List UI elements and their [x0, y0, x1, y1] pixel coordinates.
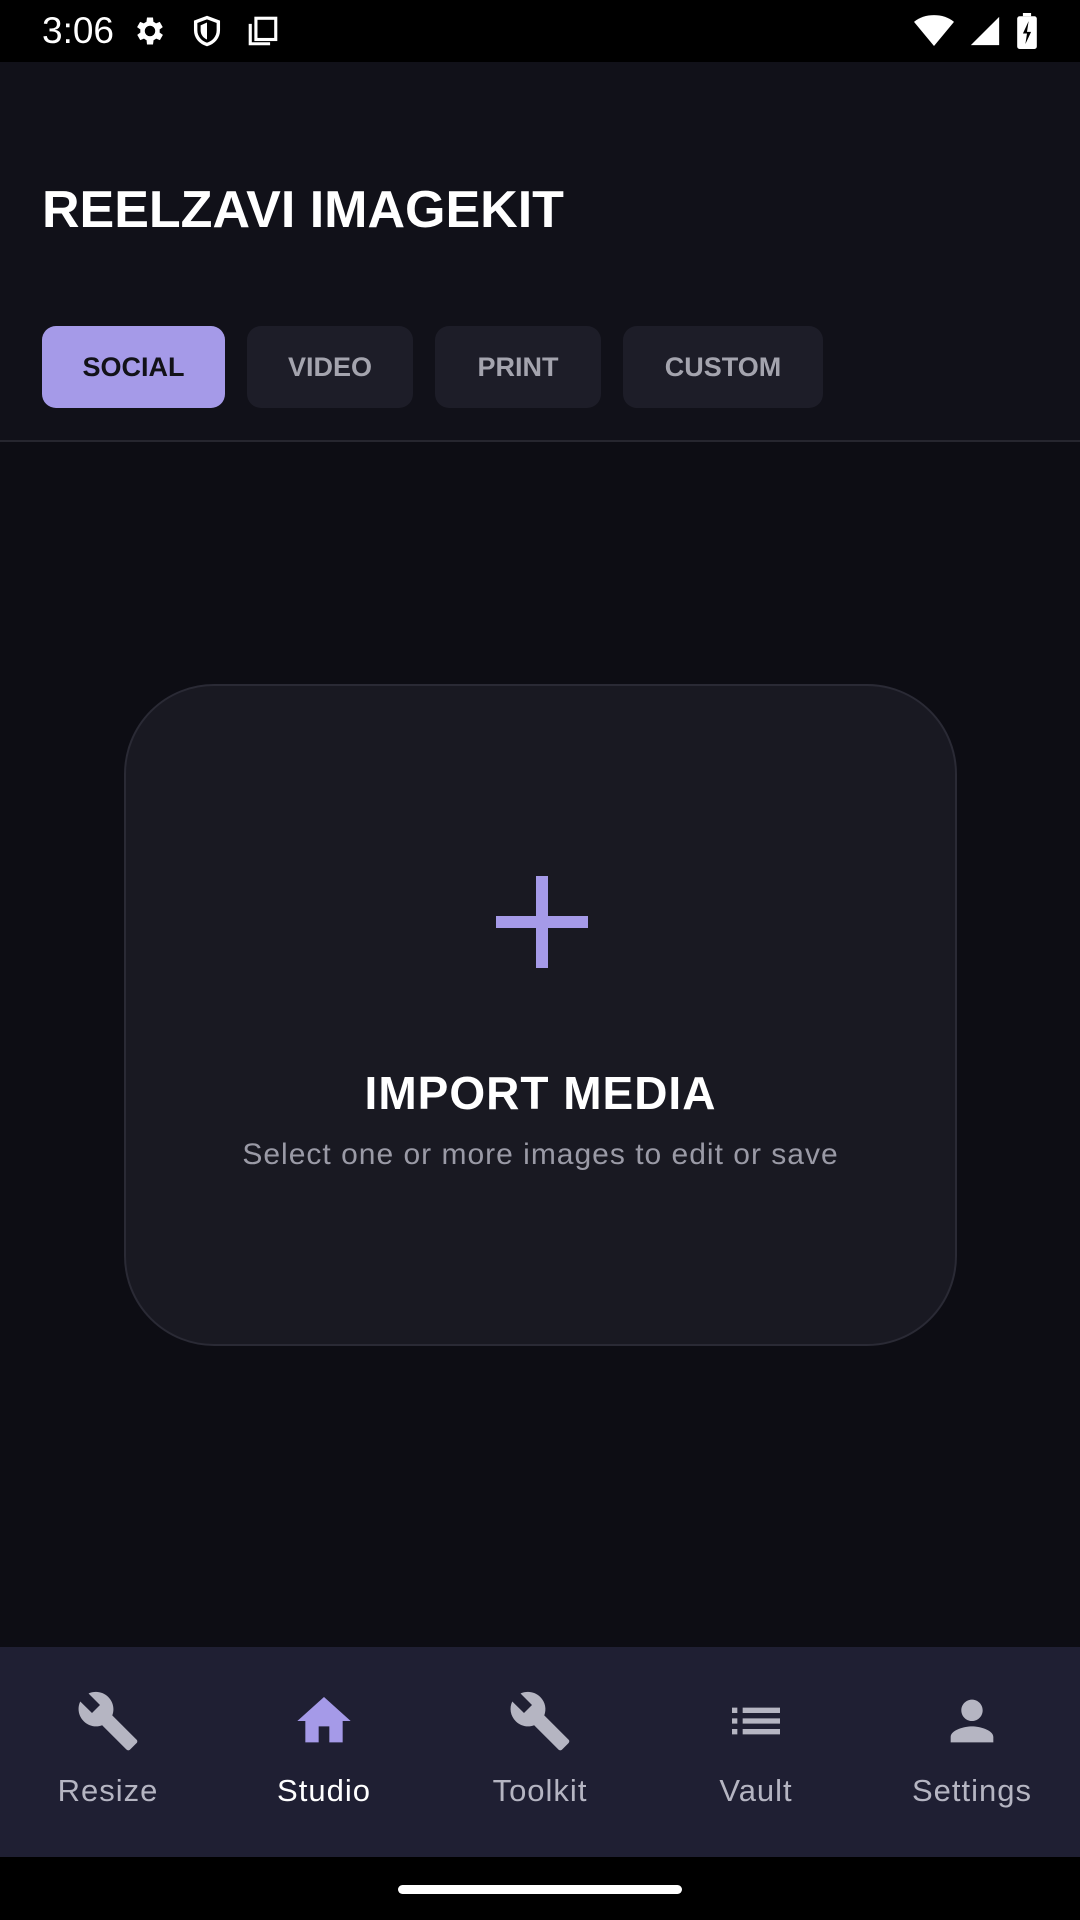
nav-label-toolkit: Toolkit [492, 1773, 588, 1808]
wrench-icon [76, 1689, 140, 1753]
import-media-title: IMPORT MEDIA [364, 1067, 717, 1119]
import-media-subtitle: Select one or more images to edit or sav… [242, 1138, 839, 1171]
nav-item-resize[interactable]: Resize [0, 1647, 216, 1857]
nav-item-toolkit[interactable]: Toolkit [432, 1647, 648, 1857]
main-content: IMPORT MEDIA Select one or more images t… [0, 444, 1080, 1647]
gesture-handle[interactable] [398, 1885, 682, 1894]
wrench-icon [508, 1689, 572, 1753]
wifi-icon [914, 14, 954, 48]
battery-charging-icon [1016, 13, 1038, 49]
nav-label-studio: Studio [277, 1773, 371, 1808]
status-time: 3:06 [42, 10, 115, 51]
nav-label-resize: Resize [57, 1773, 159, 1808]
home-icon [292, 1689, 356, 1753]
preset-tabs: SOCIAL VIDEO PRINT CUSTOM [42, 326, 823, 408]
tab-social[interactable]: SOCIAL [42, 326, 225, 408]
shield-icon [190, 13, 224, 49]
nav-label-vault: Vault [719, 1773, 793, 1808]
gear-icon [132, 13, 168, 49]
nav-item-studio[interactable]: Studio [216, 1647, 432, 1857]
bottom-navigation: Resize Studio Toolkit Vault Settings [0, 1647, 1080, 1857]
tab-print[interactable]: PRINT [435, 326, 601, 408]
nav-label-settings: Settings [911, 1773, 1032, 1808]
signal-icon [968, 14, 1002, 48]
header: REELZAVI IMAGEKIT SOCIAL VIDEO PRINT CUS… [0, 62, 1080, 442]
person-icon [940, 1689, 1004, 1753]
nav-item-vault[interactable]: Vault [648, 1647, 864, 1857]
status-right-icons [914, 13, 1038, 49]
import-media-card[interactable]: IMPORT MEDIA Select one or more images t… [124, 684, 957, 1346]
status-bar: 3:06 [0, 0, 1080, 62]
status-left-icons [132, 13, 280, 49]
gesture-navigation-area [0, 1857, 1080, 1920]
tab-video[interactable]: VIDEO [247, 326, 413, 408]
tab-custom[interactable]: CUSTOM [623, 326, 823, 408]
nav-item-settings[interactable]: Settings [864, 1647, 1080, 1857]
plus-icon [496, 876, 588, 968]
screenshot-icon [246, 14, 280, 48]
list-icon [724, 1689, 788, 1753]
app-title: REELZAVI IMAGEKIT [42, 181, 564, 239]
